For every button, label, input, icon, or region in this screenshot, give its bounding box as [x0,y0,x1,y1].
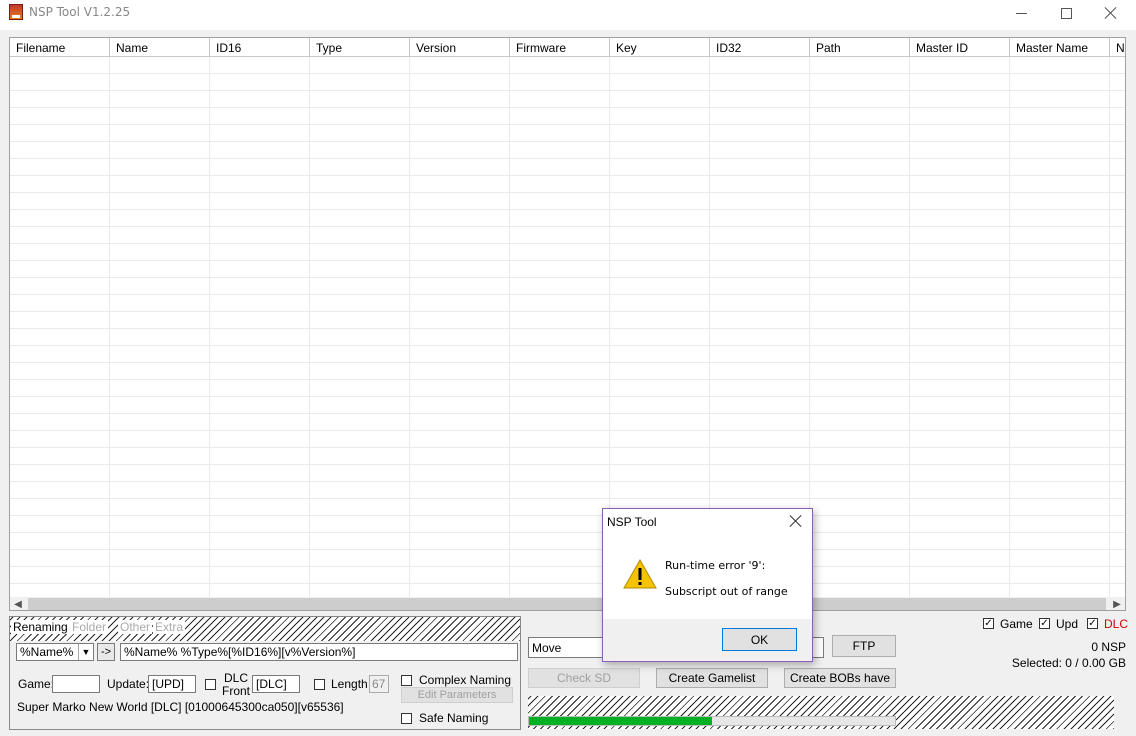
minimize-button[interactable] [998,0,1044,26]
dlc-front-checkbox[interactable] [205,679,216,690]
tab-extra[interactable]: Extra [153,620,186,634]
tab-renaming[interactable]: Renaming [11,620,70,634]
upd-filter-label: Upd [1056,617,1079,631]
safe-naming-checkbox[interactable] [401,713,412,724]
create-gamelist-button[interactable]: Create Gamelist [656,668,768,688]
dialog-title: NSP Tool [607,515,657,529]
grid-header: Filename Name ID16 Type Version Firmware Key ID… [10,38,1125,57]
dialog-body: Run-time error '9': Subscript out of ran… [603,535,812,619]
column-header[interactable]: ID16 [210,38,310,57]
scroll-right-arrow-icon[interactable]: ▶ [1109,597,1125,610]
column-header[interactable]: Master Name [1010,38,1110,57]
complex-naming-checkbox[interactable] [401,675,412,686]
rename-preview: Super Marko New World [DLC] [01000645300… [17,700,344,714]
game-tag-input[interactable] [52,675,100,693]
column-header[interactable]: Version [410,38,510,57]
dialog-title-bar: NSP Tool [603,509,812,535]
maximize-button[interactable] [1043,0,1089,26]
dialog-close-icon[interactable] [789,514,803,528]
safe-naming-label: Safe Naming [419,711,489,725]
maximize-icon [1060,7,1072,19]
column-header[interactable]: Master ID [910,38,1010,57]
chevron-down-icon[interactable]: ▼ [78,644,93,660]
dlc-filter-checkbox[interactable]: ✓ [1087,618,1098,629]
edit-parameters-button[interactable]: Edit Parameters [401,687,513,703]
nsp-tool-window: NSP Tool V1.2.25 Filename Name ID16 Type Ver… [0,0,1136,736]
progress-bar [528,716,896,726]
update-tag-input[interactable]: [UPD] [148,675,196,693]
insert-token-button[interactable]: -> [97,643,115,661]
column-header[interactable]: N [1110,38,1125,57]
tab-other[interactable]: Other [118,620,153,634]
horizontal-scrollbar[interactable]: ◀ ▶ [10,597,1125,610]
close-icon [1104,6,1118,20]
window-title: NSP Tool V1.2.25 [29,5,131,19]
app-icon [9,4,23,20]
error-message-text: Subscript out of range [665,585,788,598]
tab-folder[interactable]: Folder [70,620,109,634]
upd-filter-checkbox[interactable]: ✓ [1039,618,1050,629]
tab-strip: Renaming Folder Other Extra [10,617,520,641]
title-bar: NSP Tool V1.2.25 [0,0,1136,30]
column-header[interactable]: Firmware [510,38,610,57]
renaming-tab-content: %Name% ▼ -> %Name% %Type%[%ID16%][v%Vers… [10,641,520,729]
scrollbar-thumb[interactable] [28,598,1106,610]
name-token-value: %Name% [20,645,74,659]
error-message-code: Run-time error '9': [665,559,766,572]
error-dialog: NSP Tool Run-time error '9': Subscript o… [602,508,813,662]
dlc-label: DLC [224,671,249,685]
column-header[interactable]: Key [610,38,710,57]
column-header[interactable]: Type [310,38,410,57]
game-tag-label: Game: [18,677,55,691]
column-header[interactable]: Name [110,38,210,57]
length-label: Length [331,677,368,691]
dlc-tag-input[interactable]: [DLC] [252,675,300,693]
rename-pattern-input[interactable]: %Name% %Type%[%ID16%][v%Version%] [120,643,518,661]
length-checkbox[interactable] [314,679,325,690]
warning-icon [623,559,657,589]
dlc-front-label: Front [222,684,251,698]
ftp-button[interactable]: FTP [832,635,896,657]
scroll-left-arrow-icon[interactable]: ◀ [10,597,26,610]
dlc-filter-label: DLC [1104,617,1129,631]
ok-button[interactable]: OK [722,628,797,651]
nsp-count: 0 NSP [1091,640,1126,654]
close-button[interactable] [1088,0,1134,26]
update-tag-label: Update: [107,677,150,691]
column-header[interactable]: Filename [10,38,110,57]
progress-fill [529,717,712,725]
check-sd-button[interactable]: Check SD [528,668,640,688]
game-filter-label: Game [1000,617,1033,631]
column-header[interactable]: ID32 [710,38,810,57]
create-bobs-button[interactable]: Create BOBs have [784,668,896,688]
options-panel: Renaming Folder Other Extra %Name% ▼ -> … [9,616,521,730]
game-filter-checkbox[interactable]: ✓ [983,618,994,629]
length-input[interactable]: 67 [369,675,389,693]
grid-body[interactable] [10,57,1125,597]
nsp-grid[interactable]: Filename Name ID16 Type Version Firmware Key ID… [9,37,1126,611]
complex-naming-label: Complex Naming [419,673,512,687]
column-header[interactable]: Path [810,38,910,57]
selected-size: Selected: 0 / 0.00 GB [1011,656,1126,670]
minimize-icon [1015,12,1027,14]
name-token-combo[interactable]: %Name% ▼ [16,643,94,661]
